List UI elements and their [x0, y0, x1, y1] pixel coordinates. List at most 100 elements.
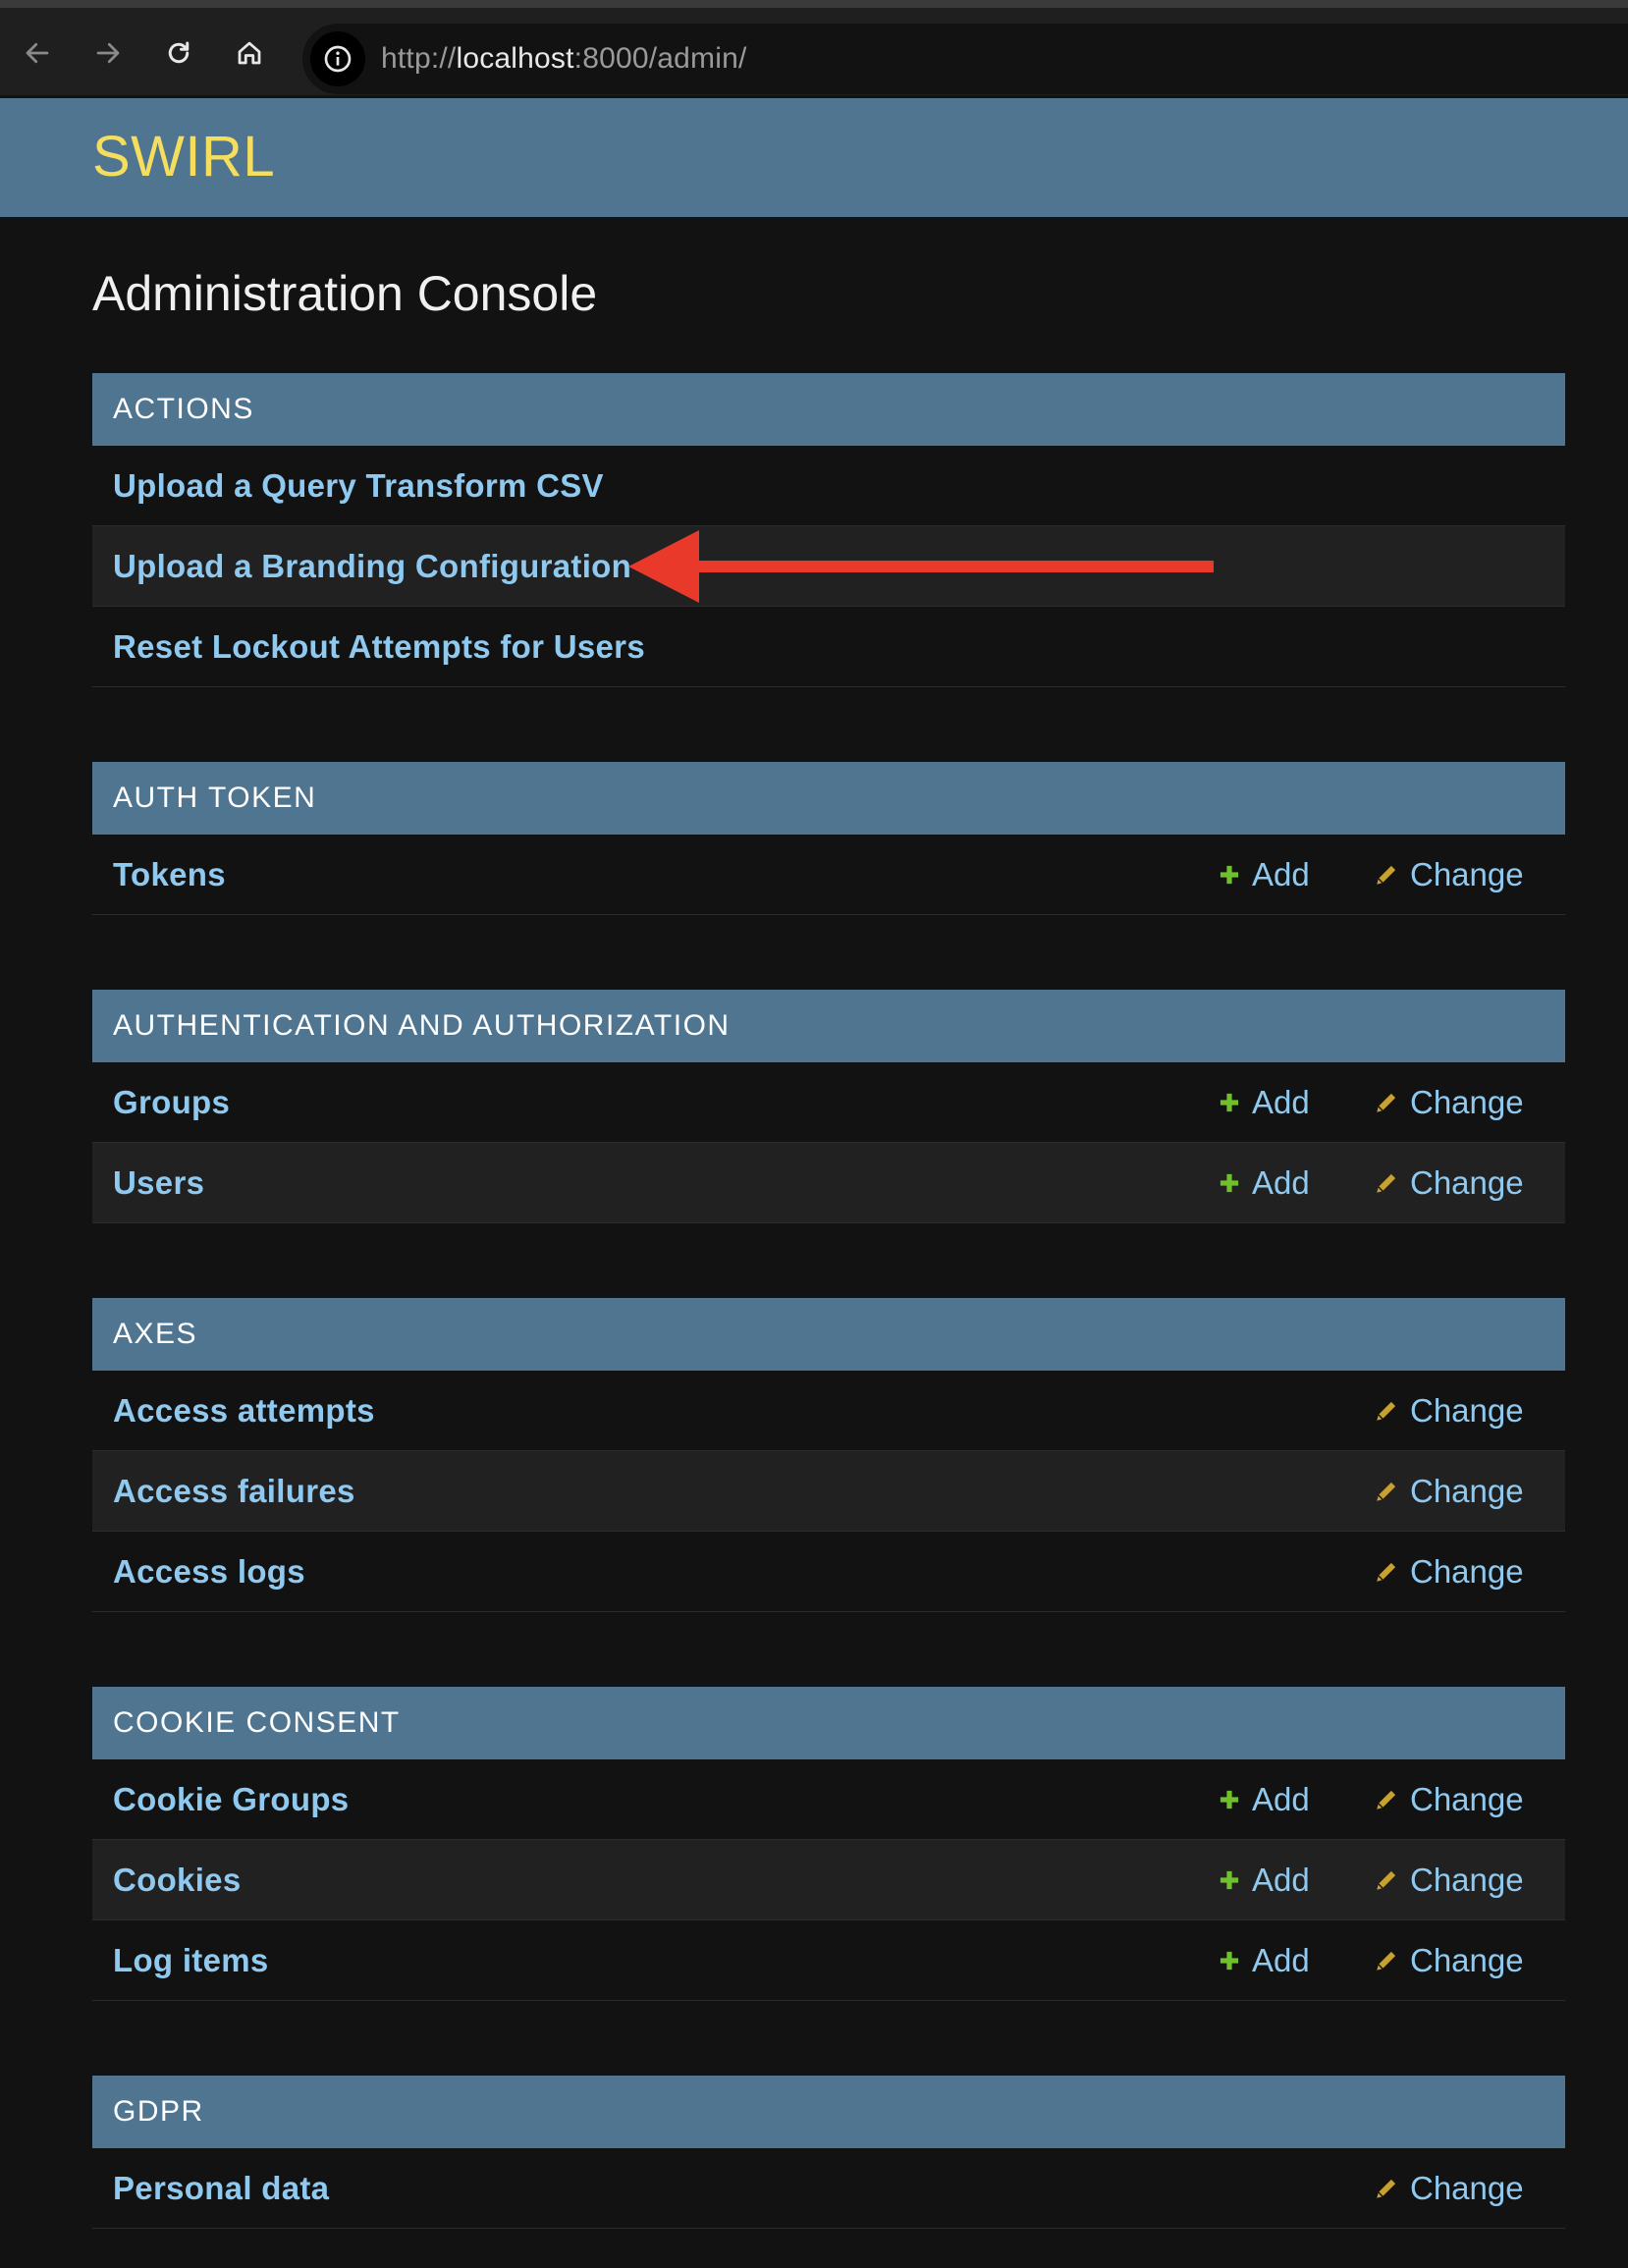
change-label: Change: [1410, 1941, 1524, 1978]
module-caption: AXES: [92, 1298, 1565, 1371]
site-brand[interactable]: SWIRL: [92, 124, 275, 189]
add-label: Add: [1252, 1780, 1310, 1817]
pencil-icon: [1377, 1093, 1396, 1112]
arrow-right-icon: [96, 42, 120, 64]
add-label: Add: [1252, 855, 1310, 892]
table-row: Cookie Groups Add Change: [92, 1759, 1565, 1840]
forward-button[interactable]: [84, 29, 132, 77]
action-upload-branding-link[interactable]: Upload a Branding Configuration: [113, 548, 631, 585]
module-authentication: AUTHENTICATION AND AUTHORIZATION Groups …: [92, 990, 1565, 1223]
model-cookies-link[interactable]: Cookies: [113, 1862, 241, 1899]
table-row: Access attempts Change: [92, 1371, 1565, 1451]
table-row: Access logs Change: [92, 1532, 1565, 1612]
change-button[interactable]: Change: [1373, 1862, 1524, 1899]
url-scheme: http://: [381, 42, 457, 75]
table-row: Tokens Add Change: [92, 835, 1565, 915]
plus-icon: [1220, 1951, 1239, 1970]
plus-icon: [1220, 1870, 1239, 1889]
add-button[interactable]: Add: [1217, 1164, 1310, 1202]
url-path: :8000/admin/: [573, 42, 747, 75]
table-row: Log items Add Change: [92, 1920, 1565, 2001]
browser-toolbar: http://localhost:8000/admin/: [0, 0, 1628, 95]
module-caption: AUTHENTICATION AND AUTHORIZATION: [92, 990, 1565, 1062]
module-caption: AUTH TOKEN: [92, 762, 1565, 835]
pencil-icon: [1377, 1870, 1396, 1890]
page-title: Administration Console: [92, 266, 598, 321]
module-cookie-consent: COOKIE CONSENT Cookie Groups Add Change …: [92, 1687, 1565, 2001]
add-label: Add: [1252, 1861, 1310, 1898]
add-button[interactable]: Add: [1217, 1084, 1310, 1121]
pencil-icon: [1377, 1790, 1396, 1809]
add-label: Add: [1252, 1941, 1310, 1978]
module-caption: ACTIONS: [92, 373, 1565, 446]
module-gdpr: GDPR Personal data Change: [92, 2076, 1565, 2229]
model-cookie-groups-link[interactable]: Cookie Groups: [113, 1781, 349, 1818]
change-label: Change: [1410, 1472, 1524, 1509]
list-item: Reset Lockout Attempts for Users: [92, 607, 1565, 687]
action-reset-lockout-link[interactable]: Reset Lockout Attempts for Users: [113, 628, 645, 666]
model-tokens-link[interactable]: Tokens: [113, 856, 226, 893]
home-button[interactable]: [226, 29, 273, 77]
change-button[interactable]: Change: [1373, 1084, 1524, 1121]
url-host: localhost: [456, 42, 574, 75]
change-label: Change: [1410, 1163, 1524, 1201]
table-row: Access failures Change: [92, 1451, 1565, 1532]
change-label: Change: [1410, 1391, 1524, 1429]
add-button[interactable]: Add: [1217, 1781, 1310, 1818]
change-button[interactable]: Change: [1373, 1781, 1524, 1818]
reload-button[interactable]: [155, 29, 202, 77]
change-button[interactable]: Change: [1373, 1942, 1524, 1979]
table-row: Groups Add Change: [92, 1062, 1565, 1143]
model-personal-data-link[interactable]: Personal data: [113, 2170, 329, 2207]
add-button[interactable]: Add: [1217, 856, 1310, 893]
pencil-icon: [1377, 1951, 1396, 1971]
pencil-icon: [1377, 2179, 1396, 2198]
annotation-arrow-icon: [628, 530, 1214, 603]
url-text[interactable]: http://localhost:8000/admin/: [381, 42, 747, 76]
change-button[interactable]: Change: [1373, 2170, 1524, 2207]
change-button[interactable]: Change: [1373, 1473, 1524, 1510]
pencil-icon: [1377, 1173, 1396, 1193]
add-label: Add: [1252, 1163, 1310, 1201]
list-item: Upload a Query Transform CSV: [92, 446, 1565, 526]
pencil-icon: [1377, 865, 1396, 885]
change-button[interactable]: Change: [1373, 1164, 1524, 1202]
add-button[interactable]: Add: [1217, 1862, 1310, 1899]
pencil-icon: [1377, 1482, 1396, 1501]
address-bar[interactable]: http://localhost:8000/admin/: [302, 24, 1628, 94]
model-access-failures-link[interactable]: Access failures: [113, 1473, 355, 1510]
model-users-link[interactable]: Users: [113, 1164, 204, 1202]
change-button[interactable]: Change: [1373, 1392, 1524, 1430]
add-button[interactable]: Add: [1217, 1942, 1310, 1979]
reload-icon: [168, 41, 190, 64]
change-label: Change: [1410, 1861, 1524, 1898]
change-label: Change: [1410, 855, 1524, 892]
module-axes: AXES Access attempts Change Access failu…: [92, 1298, 1565, 1612]
change-button[interactable]: Change: [1373, 1553, 1524, 1591]
back-button[interactable]: [14, 29, 61, 77]
action-upload-query-transform-link[interactable]: Upload a Query Transform CSV: [113, 467, 604, 505]
pencil-icon: [1377, 1401, 1396, 1421]
change-button[interactable]: Change: [1373, 856, 1524, 893]
plus-icon: [1220, 1173, 1239, 1192]
model-groups-link[interactable]: Groups: [113, 1084, 230, 1121]
model-access-attempts-link[interactable]: Access attempts: [113, 1392, 375, 1430]
change-label: Change: [1410, 1780, 1524, 1817]
change-label: Change: [1410, 1552, 1524, 1590]
table-row: Users Add Change: [92, 1143, 1565, 1223]
module-caption: COOKIE CONSENT: [92, 1687, 1565, 1759]
site-header: SWIRL: [0, 98, 1628, 217]
table-row: Personal data Change: [92, 2148, 1565, 2229]
plus-icon: [1220, 1790, 1239, 1809]
model-log-items-link[interactable]: Log items: [113, 1942, 269, 1979]
table-row: Cookies Add Change: [92, 1840, 1565, 1920]
model-access-logs-link[interactable]: Access logs: [113, 1553, 305, 1591]
arrow-left-icon: [26, 42, 49, 64]
site-info-icon[interactable]: [310, 31, 365, 86]
plus-icon: [1220, 865, 1239, 884]
module-caption: GDPR: [92, 2076, 1565, 2148]
module-auth-token: AUTH TOKEN Tokens Add Change: [92, 762, 1565, 915]
plus-icon: [1220, 1093, 1239, 1111]
change-label: Change: [1410, 1083, 1524, 1120]
add-label: Add: [1252, 1083, 1310, 1120]
